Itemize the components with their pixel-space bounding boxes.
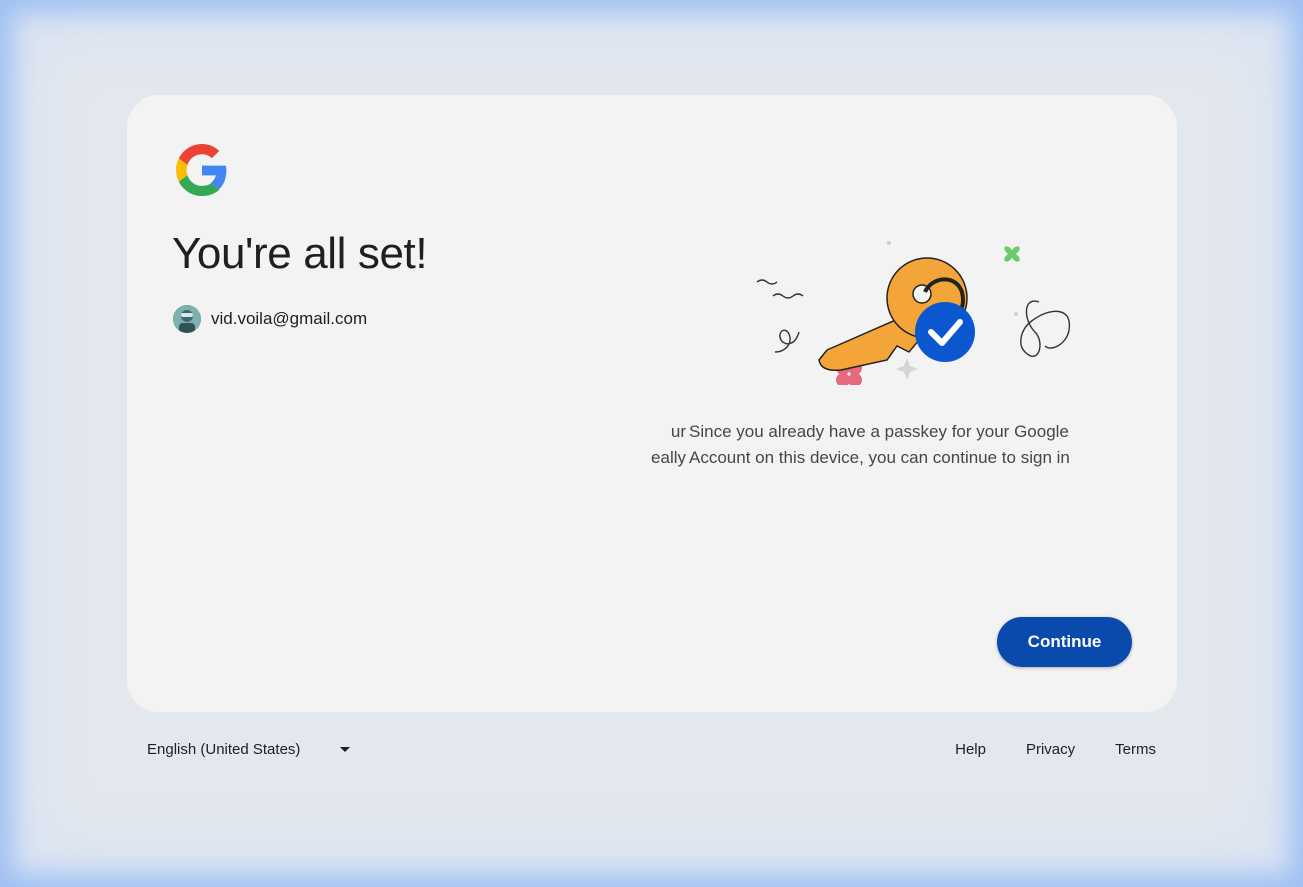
language-selector[interactable]: English (United States) (147, 741, 351, 758)
learn-more-link[interactable]: ore (651, 524, 686, 529)
account-email: vid.voila@gmail.com (211, 309, 368, 328)
account-chip[interactable]: vid.voila@gmail.com (173, 305, 367, 333)
privacy-link[interactable]: Privacy (1026, 741, 1075, 758)
user-avatar (173, 305, 201, 333)
continue-button[interactable]: Continue (997, 617, 1132, 667)
dot-decoration (1014, 312, 1018, 316)
clover-decoration (1004, 246, 1020, 262)
language-label: English (United States) (147, 741, 301, 758)
squiggle-decoration (772, 293, 804, 299)
dot-decoration (887, 241, 891, 245)
passkey-illustration (756, 241, 1071, 385)
passkey-description: Since you already have a passkey for you… (689, 422, 1070, 467)
sparkle-decoration (896, 358, 918, 380)
swirl-decoration (774, 329, 800, 353)
google-logo-icon (176, 144, 227, 196)
clipped-text: eally (651, 448, 686, 467)
caret-down-icon (340, 747, 351, 752)
signin-card: You're all set! vid.voila@gmail.com ur e… (127, 95, 1177, 712)
clipped-text: ur (670, 422, 686, 441)
swirl-decoration (1020, 300, 1071, 357)
help-link[interactable]: Help (955, 741, 986, 758)
footer-links: Help Privacy Terms (955, 741, 1156, 758)
page-title: You're all set! (172, 229, 428, 278)
squiggle-decoration (756, 279, 778, 285)
check-badge (915, 302, 975, 362)
terms-link[interactable]: Terms (1115, 741, 1156, 758)
transitioning-panel: ur eally ore (650, 419, 690, 529)
